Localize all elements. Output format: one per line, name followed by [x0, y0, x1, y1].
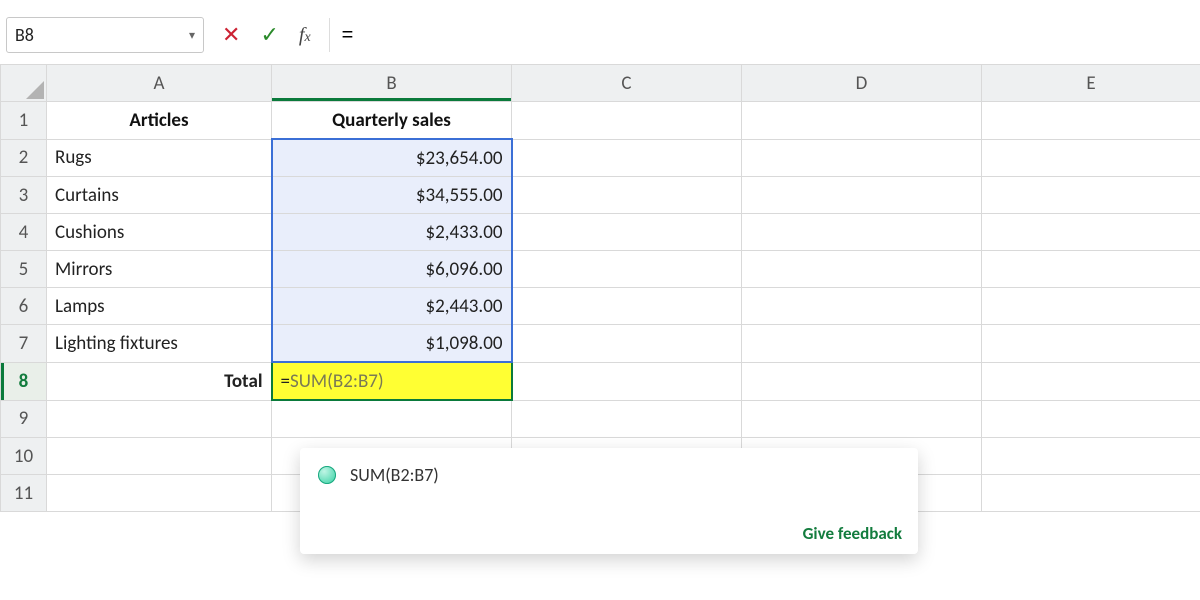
suggestion-text: SUM(B2:B7)	[350, 464, 439, 486]
row-header[interactable]: 10	[1, 438, 47, 475]
cell[interactable]	[982, 362, 1200, 400]
cell[interactable]	[742, 325, 982, 363]
row-8: 8 Total =SUM(B2:B7)	[1, 362, 1200, 400]
cell[interactable]	[512, 102, 742, 140]
row-9: 9	[1, 400, 1200, 438]
row-header[interactable]: 7	[1, 325, 47, 363]
col-header-E[interactable]: E	[982, 65, 1200, 102]
row-header[interactable]: 8	[1, 362, 47, 400]
formula-buttons: ✕ ✓ fx	[214, 24, 319, 47]
row-2: 2 Rugs $23,654.00	[1, 139, 1200, 177]
formula-input[interactable]	[329, 18, 1194, 52]
give-feedback-link[interactable]: Give feedback	[803, 523, 902, 544]
suggestion-row[interactable]: SUM(B2:B7)	[314, 458, 904, 492]
cell[interactable]	[982, 438, 1200, 475]
cell[interactable]	[512, 325, 742, 363]
spreadsheet-grid[interactable]: A B C D E 1 Articles Quarterly sales 2 R…	[0, 64, 1200, 512]
cell[interactable]	[982, 251, 1200, 288]
cell[interactable]	[512, 362, 742, 400]
row-header[interactable]: 9	[1, 400, 47, 438]
cell-A5[interactable]: Mirrors	[47, 251, 272, 288]
row-header[interactable]: 11	[1, 475, 47, 512]
row-3: 3 Curtains $34,555.00	[1, 177, 1200, 214]
cell[interactable]	[512, 400, 742, 438]
col-header-C[interactable]: C	[512, 65, 742, 102]
cell[interactable]	[742, 362, 982, 400]
cell[interactable]	[742, 214, 982, 251]
cell[interactable]	[512, 139, 742, 177]
cell-B4[interactable]: $2,433.00	[272, 214, 512, 251]
cell-A1[interactable]: Articles	[47, 102, 272, 140]
chevron-down-icon[interactable]: ▾	[189, 28, 195, 43]
formula-bar: B8 ▾ ✕ ✓ fx	[0, 0, 1200, 64]
cell-A7[interactable]: Lighting fixtures	[47, 325, 272, 363]
row-header[interactable]: 3	[1, 177, 47, 214]
cell[interactable]	[47, 475, 272, 512]
cell[interactable]	[982, 475, 1200, 512]
column-header-row: A B C D E	[1, 65, 1200, 102]
row-header[interactable]: 2	[1, 139, 47, 177]
cell-A8[interactable]: Total	[47, 362, 272, 400]
cell[interactable]	[272, 400, 512, 438]
cell[interactable]	[982, 400, 1200, 438]
cell-B2[interactable]: $23,654.00	[272, 139, 512, 177]
cell[interactable]	[512, 288, 742, 325]
row-header[interactable]: 1	[1, 102, 47, 140]
row-header[interactable]: 6	[1, 288, 47, 325]
lightbulb-icon	[318, 466, 336, 484]
cell-B3[interactable]: $34,555.00	[272, 177, 512, 214]
cell[interactable]	[982, 325, 1200, 363]
cell[interactable]	[47, 438, 272, 475]
col-header-D[interactable]: D	[742, 65, 982, 102]
row-4: 4 Cushions $2,433.00	[1, 214, 1200, 251]
cell[interactable]	[742, 102, 982, 140]
cell-B8-active[interactable]: =SUM(B2:B7)	[272, 362, 512, 400]
col-header-A[interactable]: A	[47, 65, 272, 102]
name-box-value: B8	[15, 24, 34, 46]
cell-B6[interactable]: $2,443.00	[272, 288, 512, 325]
name-box[interactable]: B8 ▾	[6, 17, 204, 53]
formula-body: SUM(B2:B7)	[290, 370, 384, 393]
cell[interactable]	[47, 400, 272, 438]
row-1: 1 Articles Quarterly sales	[1, 102, 1200, 140]
select-all-corner[interactable]	[1, 65, 47, 102]
cell-B5[interactable]: $6,096.00	[272, 251, 512, 288]
row-header[interactable]: 5	[1, 251, 47, 288]
cell-A6[interactable]: Lamps	[47, 288, 272, 325]
cell[interactable]	[742, 288, 982, 325]
formula-suggestion-popover: SUM(B2:B7) Give feedback	[300, 448, 918, 554]
cell[interactable]	[982, 102, 1200, 140]
cell-B7[interactable]: $1,098.00	[272, 325, 512, 363]
row-6: 6 Lamps $2,443.00	[1, 288, 1200, 325]
col-header-B[interactable]: B	[272, 65, 512, 102]
cell[interactable]	[512, 251, 742, 288]
row-7: 7 Lighting fixtures $1,098.00	[1, 325, 1200, 363]
cell[interactable]	[742, 139, 982, 177]
cell[interactable]	[982, 139, 1200, 177]
cell[interactable]	[982, 177, 1200, 214]
cell[interactable]	[512, 177, 742, 214]
fx-icon[interactable]: fx	[299, 24, 311, 47]
cell-A4[interactable]: Cushions	[47, 214, 272, 251]
cell[interactable]	[512, 214, 742, 251]
cell[interactable]	[982, 288, 1200, 325]
cell[interactable]	[742, 400, 982, 438]
cell-B1[interactable]: Quarterly sales	[272, 102, 512, 140]
cell-A3[interactable]: Curtains	[47, 177, 272, 214]
cell[interactable]	[742, 177, 982, 214]
cancel-icon[interactable]: ✕	[222, 24, 240, 46]
row-5: 5 Mirrors $6,096.00	[1, 251, 1200, 288]
formula-eq: =	[281, 370, 290, 393]
enter-icon[interactable]: ✓	[260, 24, 278, 46]
cell[interactable]	[742, 251, 982, 288]
row-header[interactable]: 4	[1, 214, 47, 251]
cell-A2[interactable]: Rugs	[47, 139, 272, 177]
cell[interactable]	[982, 214, 1200, 251]
